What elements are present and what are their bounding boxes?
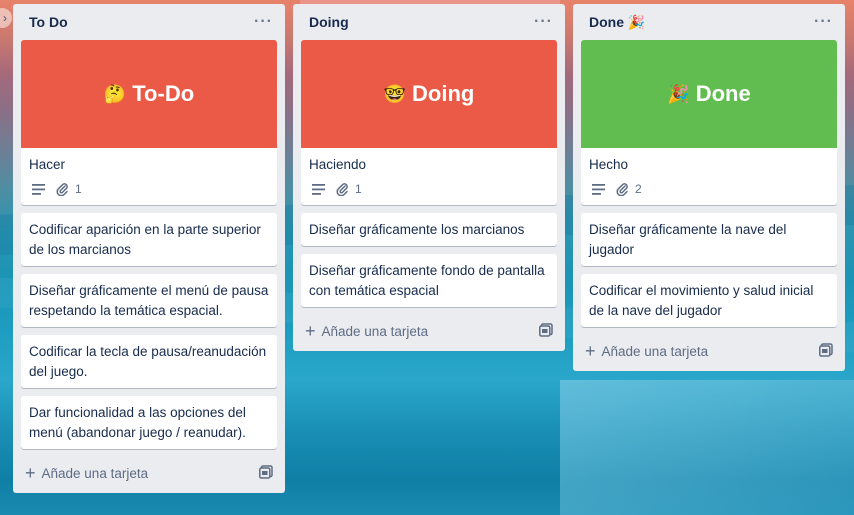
card-title: Dar funcionalidad a las opciones del men… [29, 405, 246, 440]
plus-icon: + [25, 463, 36, 483]
card-title: Diseñar gráficamente la nave del jugador [589, 222, 787, 257]
cover-text: Done [695, 81, 751, 106]
attachment-count: 1 [355, 182, 362, 196]
card[interactable]: Codificar la tecla de pausa/reanudación … [21, 335, 277, 388]
list-menu-icon[interactable]: ··· [254, 14, 273, 30]
list-done: Done 🎉 ··· 🎉 Done Hecho 2 Diseñar gráfic… [573, 4, 845, 371]
list-menu-icon[interactable]: ··· [534, 14, 553, 30]
card[interactable]: Dar funcionalidad a las opciones del men… [21, 396, 277, 449]
add-card-button[interactable]: + Añade una tarjeta [25, 464, 148, 482]
list-doing: Doing ··· 🤓 Doing Haciendo 1 Diseñar grá… [293, 4, 565, 351]
party-popper-icon: 🎉 [667, 83, 690, 104]
card[interactable]: Diseñar gráficamente la nave del jugador [581, 213, 837, 266]
list-title[interactable]: Done 🎉 [589, 14, 645, 31]
chevron-right-icon: › [3, 11, 7, 25]
add-card-label: Añade una tarjeta [601, 343, 709, 359]
card-title: Codificar la tecla de pausa/reanudación … [29, 344, 267, 379]
cover-text: To-Do [132, 81, 195, 106]
card-title: Haciendo [309, 157, 367, 172]
attachment-count: 2 [635, 182, 642, 196]
add-card-label: Añade una tarjeta [321, 323, 429, 339]
card[interactable]: Codificar el movimiento y salud inicial … [581, 274, 837, 327]
party-popper-icon: 🎉 [627, 13, 646, 30]
add-card-button[interactable]: + Añade una tarjeta [585, 342, 708, 360]
cover-card[interactable]: 🤓 Doing Haciendo 1 [301, 40, 557, 205]
card-title: Diseñar gráficamente fondo de pantalla c… [309, 263, 545, 298]
list-menu-icon[interactable]: ··· [814, 14, 833, 30]
template-icon[interactable] [539, 322, 553, 340]
cover-card[interactable]: 🎉 Done Hecho 2 [581, 40, 837, 205]
card[interactable]: Diseñar gráficamente los marcianos [301, 213, 557, 246]
thinking-face-icon: 🤔 [103, 83, 127, 104]
attachment-icon [333, 180, 351, 198]
description-icon [309, 180, 327, 198]
background-decoration [560, 380, 854, 515]
plus-icon: + [585, 341, 596, 361]
card-title: Diseñar gráficamente el menú de pausa re… [29, 283, 269, 318]
card-cover: 🎉 Done [581, 40, 837, 148]
card[interactable]: Diseñar gráficamente fondo de pantalla c… [301, 254, 557, 307]
list-title[interactable]: Doing [309, 14, 349, 30]
list-header: Doing ··· [301, 4, 557, 40]
cover-card[interactable]: 🤔 To-Do Hacer 1 [21, 40, 277, 205]
list-to-do: To Do ··· 🤔 To-Do Hacer 1 Codificar apar… [13, 4, 285, 493]
sidebar-expand-button[interactable]: › [0, 8, 12, 28]
card-title: Diseñar gráficamente los marcianos [309, 222, 525, 237]
nerd-face-icon: 🤓 [383, 83, 407, 104]
template-icon[interactable] [259, 464, 273, 482]
attachment-count: 1 [75, 182, 82, 196]
list-header: To Do ··· [21, 4, 277, 40]
card-cover: 🤓 Doing [301, 40, 557, 148]
add-card-label: Añade una tarjeta [41, 465, 149, 481]
attachment-icon [53, 180, 71, 198]
card[interactable]: Codificar aparición en la parte superior… [21, 213, 277, 266]
add-card-button[interactable]: + Añade una tarjeta [305, 322, 428, 340]
template-icon[interactable] [819, 342, 833, 360]
card[interactable]: Diseñar gráficamente el menú de pausa re… [21, 274, 277, 327]
cover-text: Doing [412, 81, 475, 106]
card-cover: 🤔 To-Do [21, 40, 277, 148]
list-header: Done 🎉 ··· [581, 4, 837, 40]
plus-icon: + [305, 321, 316, 341]
card-title: Codificar el movimiento y salud inicial … [589, 283, 814, 318]
card-title: Codificar aparición en la parte superior… [29, 222, 261, 257]
attachment-icon [613, 180, 631, 198]
list-title[interactable]: To Do [29, 14, 68, 30]
card-title: Hacer [29, 157, 66, 172]
card-title: Hecho [589, 157, 629, 172]
description-icon [29, 180, 47, 198]
description-icon [589, 180, 607, 198]
